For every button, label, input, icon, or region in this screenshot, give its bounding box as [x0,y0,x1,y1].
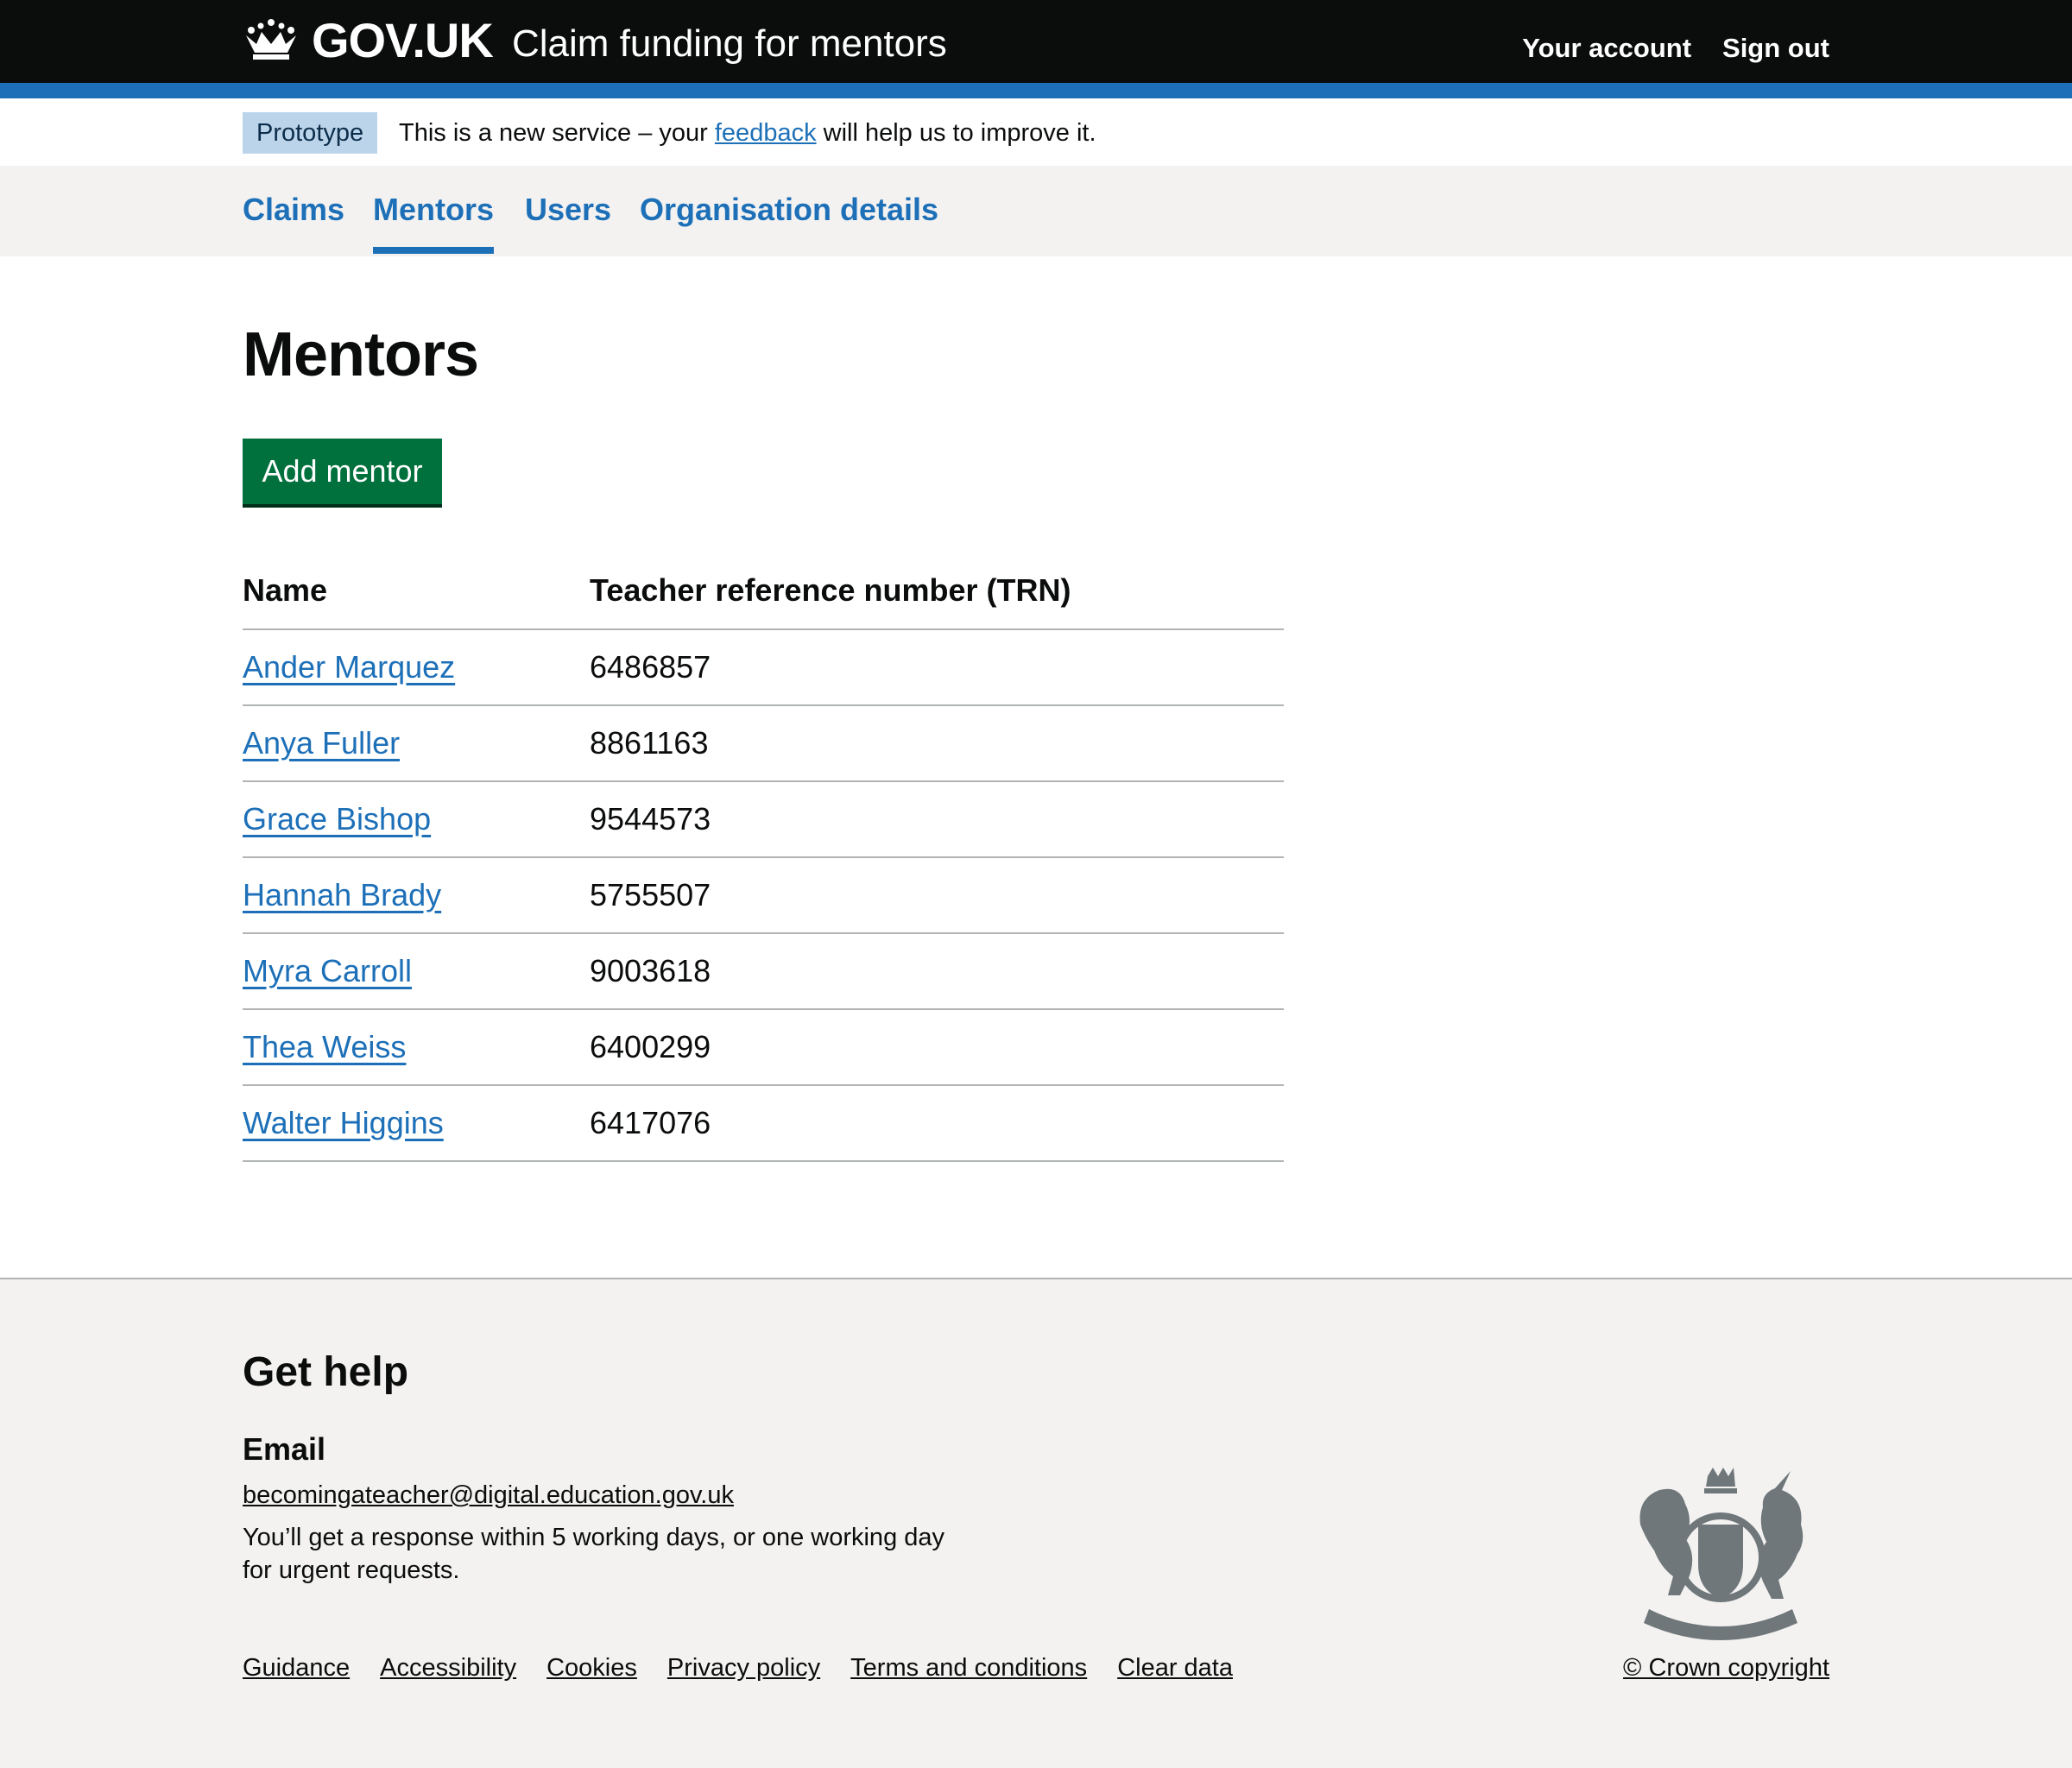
table-row: Anya Fuller 8861163 [243,706,1284,782]
footer-link-privacy-policy[interactable]: Privacy policy [667,1654,820,1683]
crown-copyright-link[interactable]: © Crown copyright [1623,1654,1829,1683]
table-row: Walter Higgins 6417076 [243,1086,1284,1162]
add-mentor-button[interactable]: Add mentor [243,439,442,504]
table-row: Hannah Brady 5755507 [243,858,1284,934]
nav-item-organisation-details[interactable]: Organisation details [640,192,938,228]
royal-coat-of-arms-icon [1639,1468,1804,1640]
service-navigation: Claims Mentors Users Organisation detail… [0,166,2072,256]
phase-text-after: will help us to improve it. [823,119,1096,147]
email-heading: Email [243,1431,326,1467]
mentors-table: Name Teacher reference number (TRN) Ande… [243,559,1284,1162]
footer-link-guidance[interactable]: Guidance [243,1654,350,1683]
mentor-name-link[interactable]: Myra Carroll [243,953,412,988]
mentor-name-link[interactable]: Ander Marquez [243,649,455,685]
mentor-name-link[interactable]: Walter Higgins [243,1105,444,1140]
mentor-trn: 8861163 [590,725,709,761]
support-email-link[interactable]: becomingateacher@digital.education.gov.u… [243,1481,734,1510]
govuk-logo-link[interactable]: GOV.UK [243,13,494,67]
mentor-name-link[interactable]: Hannah Brady [243,877,441,912]
phase-banner-text: This is a new service – your feedback wi… [399,116,1096,150]
site-header: GOV.UK Claim funding for mentors Your ac… [0,0,2072,83]
response-time-text: You’ll get a response within 5 working d… [243,1524,945,1584]
footer-link-cookies[interactable]: Cookies [546,1654,637,1683]
footer-link-accessibility[interactable]: Accessibility [380,1654,516,1683]
page-title: Mentors [243,320,479,389]
mentor-trn: 5755507 [590,877,711,912]
header-blue-bar [0,83,2072,98]
govuk-logo-text: GOV.UK [312,12,494,67]
your-account-link[interactable]: Your account [1522,33,1691,64]
column-header-name: Name [243,572,328,608]
service-name[interactable]: Claim funding for mentors [512,22,947,66]
header-navigation: Your account Sign out [1522,33,1829,64]
get-help-heading: Get help [243,1349,409,1395]
footer-link-clear-data[interactable]: Clear data [1117,1654,1233,1683]
footer-links: Guidance Accessibility Cookies Privacy p… [243,1654,1233,1683]
table-row: Thea Weiss 6400299 [243,1010,1284,1086]
table-row: Ander Marquez 6486857 [243,630,1284,706]
column-header-trn: Teacher reference number (TRN) [590,572,1071,608]
mentor-name-link[interactable]: Thea Weiss [243,1029,406,1064]
phase-tag: Prototype [243,112,378,154]
table-header-row: Name Teacher reference number (TRN) [243,559,1284,630]
mentor-trn: 9003618 [590,953,711,988]
nav-item-mentors[interactable]: Mentors [373,192,495,254]
site-footer: Get help Email becomingateacher@digital.… [0,1278,2072,1768]
mentor-trn: 6400299 [590,1029,711,1064]
mentor-trn: 6486857 [590,649,711,685]
phase-banner: Prototype This is a new service – your f… [0,98,2072,166]
table-row: Grace Bishop 9544573 [243,782,1284,858]
feedback-link[interactable]: feedback [715,119,817,147]
mentor-name-link[interactable]: Anya Fuller [243,725,400,761]
table-row: Myra Carroll 9003618 [243,934,1284,1010]
nav-item-claims[interactable]: Claims [243,192,344,228]
sign-out-link[interactable]: Sign out [1722,33,1829,64]
footer-link-terms-and-conditions[interactable]: Terms and conditions [850,1654,1087,1683]
crown-icon [246,19,296,60]
mentor-name-link[interactable]: Grace Bishop [243,801,431,837]
mentor-trn: 9544573 [590,801,711,837]
mentor-trn: 6417076 [590,1105,711,1140]
nav-item-users[interactable]: Users [525,192,611,228]
phase-text-before: This is a new service – your [399,119,708,147]
